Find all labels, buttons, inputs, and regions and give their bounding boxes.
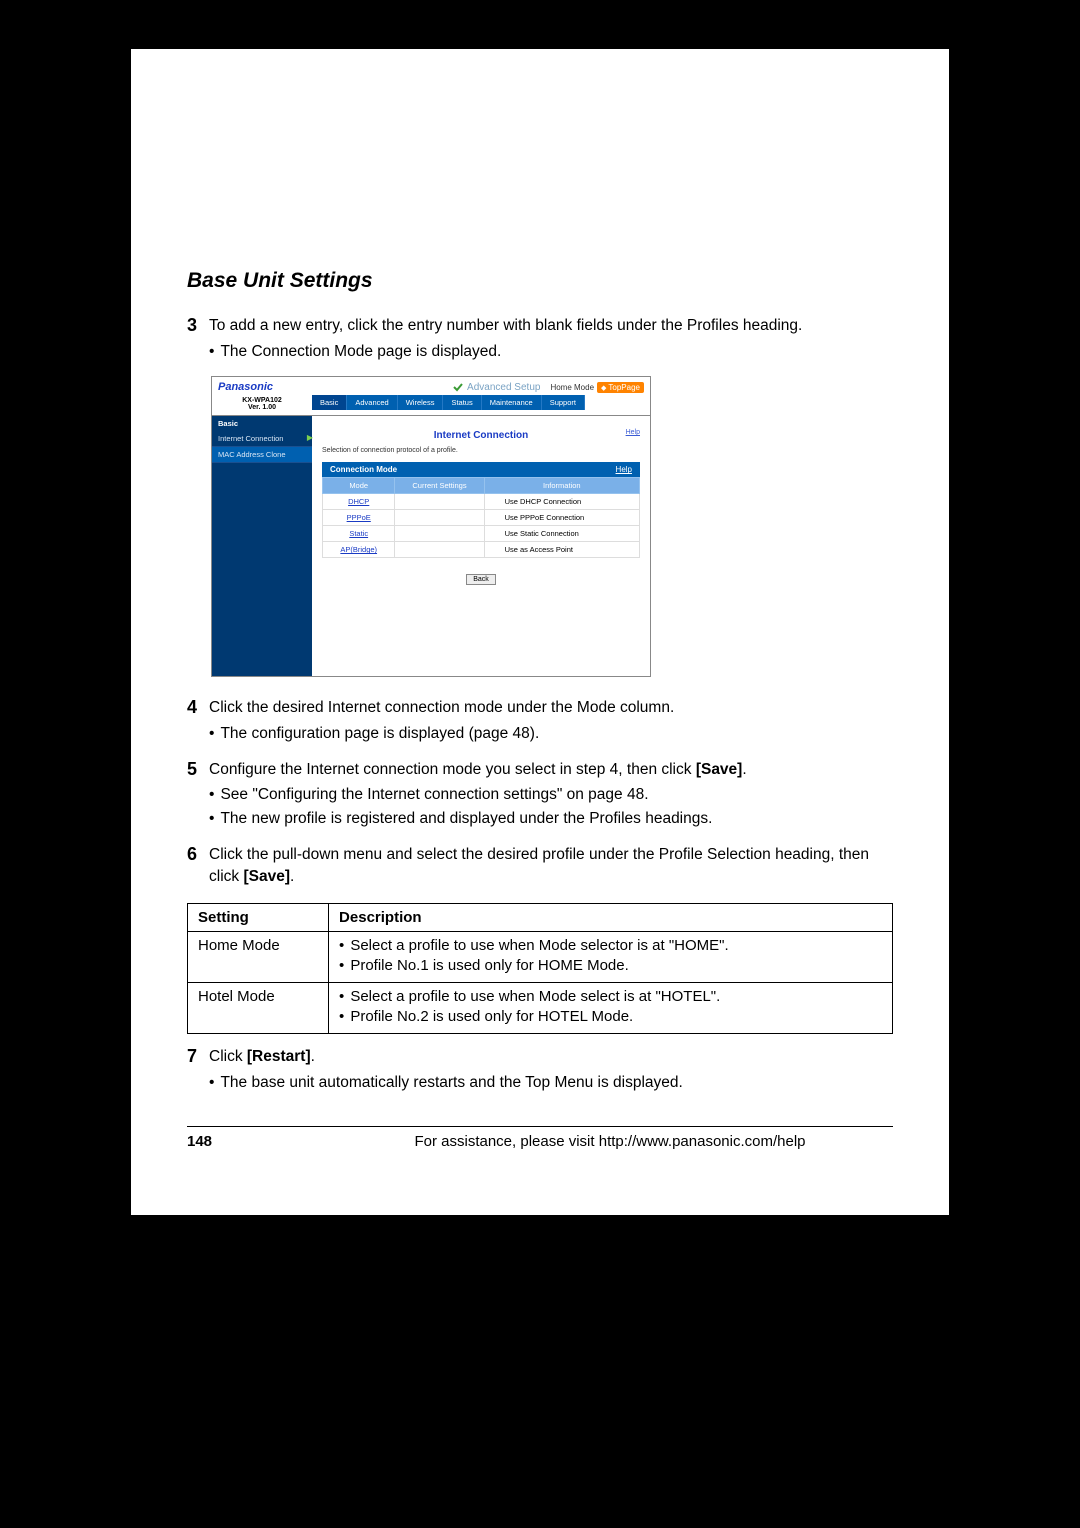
band-help-link[interactable]: Help [616, 465, 632, 474]
tab-support[interactable]: Support [542, 395, 585, 410]
firmware-version: Ver. 1.00 [248, 404, 276, 411]
panel-title: Internet Connection [322, 430, 640, 441]
page-number: 148 [187, 1133, 327, 1150]
step-text-part: . [290, 868, 294, 885]
info-cell: Use PPPoE Connection [484, 510, 639, 526]
step-bullet: The Connection Mode page is displayed. [209, 341, 893, 363]
sidebar-item-internet-connection[interactable]: Internet Connection ▶ [212, 431, 312, 447]
col-information: Information [484, 478, 639, 494]
tab-wireless[interactable]: Wireless [398, 395, 444, 410]
help-link[interactable]: Help [626, 429, 640, 436]
step-bullet: The base unit automatically restarts and… [209, 1072, 893, 1094]
current-settings-cell [395, 494, 484, 510]
restart-label: [Restart] [247, 1048, 311, 1065]
info-cell: Use as Access Point [484, 542, 639, 558]
home-mode-label: Home Mode [550, 383, 594, 392]
step-text: Click the desired Internet connection mo… [209, 697, 893, 719]
assistance-text: For assistance, please visit http://www.… [327, 1133, 893, 1150]
step-3: 3 To add a new entry, click the entry nu… [187, 315, 893, 364]
step-text: To add a new entry, click the entry numb… [209, 315, 893, 337]
table-row: PPPoE Use PPPoE Connection [323, 510, 640, 526]
panel-subtitle: Selection of connection protocol of a pr… [322, 447, 640, 454]
check-icon [453, 382, 463, 392]
col-current-settings: Current Settings [395, 478, 484, 494]
save-label: [Save] [696, 761, 743, 778]
col-description: Description [329, 904, 893, 932]
col-setting: Setting [188, 904, 329, 932]
step-4: 4 Click the desired Internet connection … [187, 697, 893, 746]
band-title: Connection Mode [330, 465, 397, 474]
setting-name: Home Mode [188, 932, 329, 983]
info-cell: Use Static Connection [484, 526, 639, 542]
back-button[interactable]: Back [466, 574, 496, 585]
setting-name: Hotel Mode [188, 983, 329, 1034]
setting-description: Select a profile to use when Mode select… [329, 983, 893, 1034]
advanced-setup-label: Advanced Setup [467, 382, 540, 393]
arrow-icon: ▶ [307, 433, 313, 442]
save-label: [Save] [243, 868, 290, 885]
nav-tabs: Basic Advanced Wireless Status Maintenan… [312, 395, 650, 410]
table-row: Home Mode Select a profile to use when M… [188, 932, 893, 983]
step-text-part: . [311, 1048, 315, 1065]
connection-mode-band: Connection Mode Help [322, 462, 640, 477]
mode-dhcp-link[interactable]: DHCP [348, 497, 369, 506]
mode-apbridge-link[interactable]: AP(Bridge) [340, 545, 377, 554]
step-number: 3 [187, 315, 209, 364]
table-row: Static Use Static Connection [323, 526, 640, 542]
model-number: KX-WPA102 [242, 397, 282, 404]
desc-item: Select a profile to use when Mode select… [339, 988, 882, 1005]
current-settings-cell [395, 542, 484, 558]
tab-advanced[interactable]: Advanced [347, 395, 397, 410]
connection-mode-table: Mode Current Settings Information DHCP U… [322, 477, 640, 558]
step-bullet: The new profile is registered and displa… [209, 808, 893, 830]
desc-item: Profile No.1 is used only for HOME Mode. [339, 957, 882, 974]
profile-settings-table: Setting Description Home Mode Select a p… [187, 903, 893, 1034]
step-5: 5 Configure the Internet connection mode… [187, 759, 893, 832]
step-number: 7 [187, 1046, 209, 1095]
mode-static-link[interactable]: Static [349, 529, 368, 538]
step-text: Click the pull-down menu and select the … [209, 844, 893, 887]
sidebar-heading: Basic [212, 416, 312, 431]
step-text: Click [Restart]. [209, 1046, 893, 1068]
tab-maintenance[interactable]: Maintenance [482, 395, 542, 410]
desc-item: Select a profile to use when Mode select… [339, 937, 882, 954]
sidebar-item-label: Internet Connection [218, 434, 283, 443]
step-number: 6 [187, 844, 209, 891]
step-text-part: . [742, 761, 746, 778]
page-footer: 148 For assistance, please visit http://… [187, 1127, 893, 1150]
step-6: 6 Click the pull-down menu and select th… [187, 844, 893, 891]
manual-page: Base Unit Settings 3 To add a new entry,… [131, 49, 949, 1215]
step-bullet: See "Configuring the Internet connection… [209, 784, 893, 806]
tab-status[interactable]: Status [443, 395, 481, 410]
step-bullet: The configuration page is displayed (pag… [209, 723, 893, 745]
step-text: Configure the Internet connection mode y… [209, 759, 893, 781]
table-row: AP(Bridge) Use as Access Point [323, 542, 640, 558]
desc-item: Profile No.2 is used only for HOTEL Mode… [339, 1008, 882, 1025]
step-number: 4 [187, 697, 209, 746]
step-7: 7 Click [Restart]. The base unit automat… [187, 1046, 893, 1095]
top-page-button[interactable]: TopPage [597, 382, 644, 393]
col-mode: Mode [323, 478, 395, 494]
mode-pppoe-link[interactable]: PPPoE [347, 513, 371, 522]
sidebar: Basic Internet Connection ▶ MAC Address … [212, 416, 312, 676]
setting-description: Select a profile to use when Mode select… [329, 932, 893, 983]
step-number: 5 [187, 759, 209, 832]
current-settings-cell [395, 510, 484, 526]
sidebar-item-mac-address-clone[interactable]: MAC Address Clone [212, 447, 312, 463]
model-info: KX-WPA102 Ver. 1.00 [212, 395, 312, 415]
table-row: DHCP Use DHCP Connection [323, 494, 640, 510]
table-row: Hotel Mode Select a profile to use when … [188, 983, 893, 1034]
brand-logo: Panasonic [218, 381, 273, 393]
tab-basic[interactable]: Basic [312, 395, 347, 410]
step-text-part: Click the pull-down menu and select the … [209, 846, 869, 885]
section-title: Base Unit Settings [187, 269, 893, 293]
step-text-part: Configure the Internet connection mode y… [209, 761, 696, 778]
current-settings-cell [395, 526, 484, 542]
info-cell: Use DHCP Connection [484, 494, 639, 510]
step-text-part: Click [209, 1048, 247, 1065]
connection-mode-screenshot: Panasonic Advanced Setup Home Mode TopPa… [211, 376, 893, 677]
